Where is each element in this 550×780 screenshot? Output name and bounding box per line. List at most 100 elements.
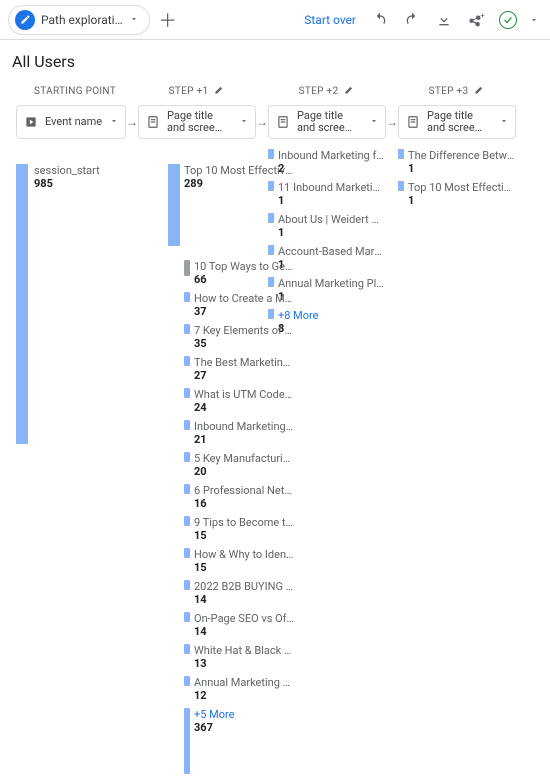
- path-node[interactable]: The Best Marketing Bu…27: [184, 356, 294, 382]
- node-label: 11 Inbound Marketing …: [278, 181, 386, 194]
- chevron-down-icon: [369, 116, 379, 129]
- node-value: 1: [278, 290, 386, 303]
- node-value: 367: [194, 721, 294, 734]
- path-node[interactable]: 7 Key Elements of a Q…35: [184, 324, 294, 350]
- path-node[interactable]: On-Page SEO vs Off-P…14: [184, 612, 294, 638]
- node-label: 9 Tips to Become the …: [194, 516, 294, 529]
- node-label: How to Create a Mark…: [194, 292, 294, 305]
- path-node[interactable]: 6 Professional Networ…16: [184, 484, 294, 510]
- path-node[interactable]: The Difference Betwee…1: [398, 149, 516, 175]
- check-circle-icon: [499, 11, 517, 29]
- path-node[interactable]: How & Why to Identify …15: [184, 548, 294, 574]
- path-node[interactable]: 5 Key Manufacturing C…20: [184, 452, 294, 478]
- node-value: 289: [184, 177, 294, 190]
- step2-dimension-select[interactable]: Page titleand scree…: [268, 105, 386, 139]
- start-over-button[interactable]: Start over: [298, 9, 362, 31]
- path-node[interactable]: 10 Top Ways to Get M…66: [184, 260, 294, 286]
- path-node[interactable]: How to Create a Mark…37: [184, 292, 294, 318]
- path-node[interactable]: 2022 B2B BUYING BE…14: [184, 580, 294, 606]
- node-label: What is UTM Code an…: [194, 388, 294, 401]
- node-value: 66: [194, 273, 294, 286]
- node-value: 21: [194, 433, 294, 446]
- start-header: Starting point: [16, 81, 126, 101]
- node-label: Annual Marketing Plan …: [278, 277, 386, 290]
- page-icon: [145, 114, 161, 130]
- node-label: How & Why to Identify …: [194, 548, 294, 561]
- arrow-icon: →: [126, 115, 138, 129]
- status-done-button[interactable]: [494, 6, 522, 34]
- arrow-icon: →: [386, 115, 398, 129]
- node-value: 2: [278, 162, 386, 175]
- pencil-icon[interactable]: [214, 84, 225, 98]
- node-value: 1: [278, 258, 386, 271]
- share-button[interactable]: +: [462, 6, 490, 34]
- node-label: Account-Based Market…: [278, 245, 386, 258]
- segment-title: All Users: [12, 52, 75, 71]
- path-node[interactable]: 9 Tips to Become the …15: [184, 516, 294, 542]
- step3-header: Step +3: [398, 81, 516, 101]
- start-dimension-select[interactable]: Event name: [16, 105, 126, 139]
- start-node-bar[interactable]: [16, 164, 28, 444]
- exploration-tab[interactable]: Path explorati…: [8, 5, 150, 35]
- start-node[interactable]: session_start 985: [34, 164, 100, 190]
- path-node[interactable]: Inbound Marketing for …21: [184, 420, 294, 446]
- step2-header: Step +2: [268, 81, 386, 101]
- node-value: 24: [194, 401, 294, 414]
- page-icon: [275, 114, 291, 130]
- col-step1: Step +1 Page titleand scree…: [138, 81, 256, 139]
- arrow-icon: →: [256, 115, 268, 129]
- top-toolbar: Path explorati… ＋ Start over +: [0, 0, 550, 40]
- node-label: The Best Marketing Bu…: [194, 356, 294, 369]
- page-icon: [405, 114, 421, 130]
- node-value: 37: [194, 305, 294, 318]
- path-node[interactable]: White Hat & Black Hat …13: [184, 644, 294, 670]
- node-value: 1: [408, 194, 516, 207]
- path-node[interactable]: +5 More367: [184, 708, 294, 774]
- tab-title: Path explorati…: [41, 13, 123, 27]
- node-value: 12: [194, 689, 294, 702]
- step1-main-bar[interactable]: [168, 164, 180, 246]
- step1-header: Step +1: [138, 81, 256, 101]
- node-label: Top 10 Most Effective …: [408, 181, 516, 194]
- node-label: 10 Top Ways to Get M…: [194, 260, 294, 273]
- pencil-icon[interactable]: [344, 84, 355, 98]
- chevron-down-icon: [239, 116, 249, 129]
- node-label: Inbound Marketing for …: [278, 149, 386, 162]
- add-tab-button[interactable]: ＋: [154, 6, 182, 34]
- undo-button[interactable]: [366, 6, 394, 34]
- chevron-down-icon: [129, 13, 139, 27]
- step1-dimension-select[interactable]: Page titleand scree…: [138, 105, 256, 139]
- chevron-down-icon: [109, 116, 119, 129]
- pencil-icon[interactable]: [474, 84, 485, 98]
- node-label: +5 More: [194, 708, 294, 721]
- node-label: 7 Key Elements of a Q…: [194, 324, 294, 337]
- path-node[interactable]: What is UTM Code an…24: [184, 388, 294, 414]
- node-label: The Difference Betwee…: [408, 149, 516, 162]
- path-node[interactable]: Annual Marketing Plan …12: [184, 676, 294, 702]
- node-label: About Us | Weidert Gro…: [278, 213, 386, 226]
- chevron-down-icon: [499, 116, 509, 129]
- svg-text:+: +: [481, 11, 485, 20]
- node-value: 35: [194, 337, 294, 350]
- node-value: 15: [194, 529, 294, 542]
- node-value: 8: [278, 322, 386, 335]
- pencil-icon: [15, 10, 35, 30]
- node-value: 1: [278, 226, 386, 239]
- node-label: On-Page SEO vs Off-P…: [194, 612, 294, 625]
- node-value: 14: [194, 593, 294, 606]
- path-node[interactable]: Top 10 Most Effective …1: [398, 181, 516, 207]
- path-node[interactable]: Top 10 Most Effective …289: [184, 164, 294, 190]
- status-menu-button[interactable]: [526, 6, 542, 34]
- node-value: 14: [194, 625, 294, 638]
- node-label: Annual Marketing Plan …: [194, 676, 294, 689]
- redo-button[interactable]: [398, 6, 426, 34]
- node-value: 1: [278, 194, 386, 207]
- node-value: 20: [194, 465, 294, 478]
- canvas: All Users Starting point Event name → S: [0, 40, 550, 349]
- node-value: 16: [194, 497, 294, 510]
- node-label: 2022 B2B BUYING BE…: [194, 580, 294, 593]
- download-button[interactable]: [430, 6, 458, 34]
- node-label: White Hat & Black Hat …: [194, 644, 294, 657]
- step3-dimension-select[interactable]: Page titleand scree…: [398, 105, 516, 139]
- node-value: 15: [194, 561, 294, 574]
